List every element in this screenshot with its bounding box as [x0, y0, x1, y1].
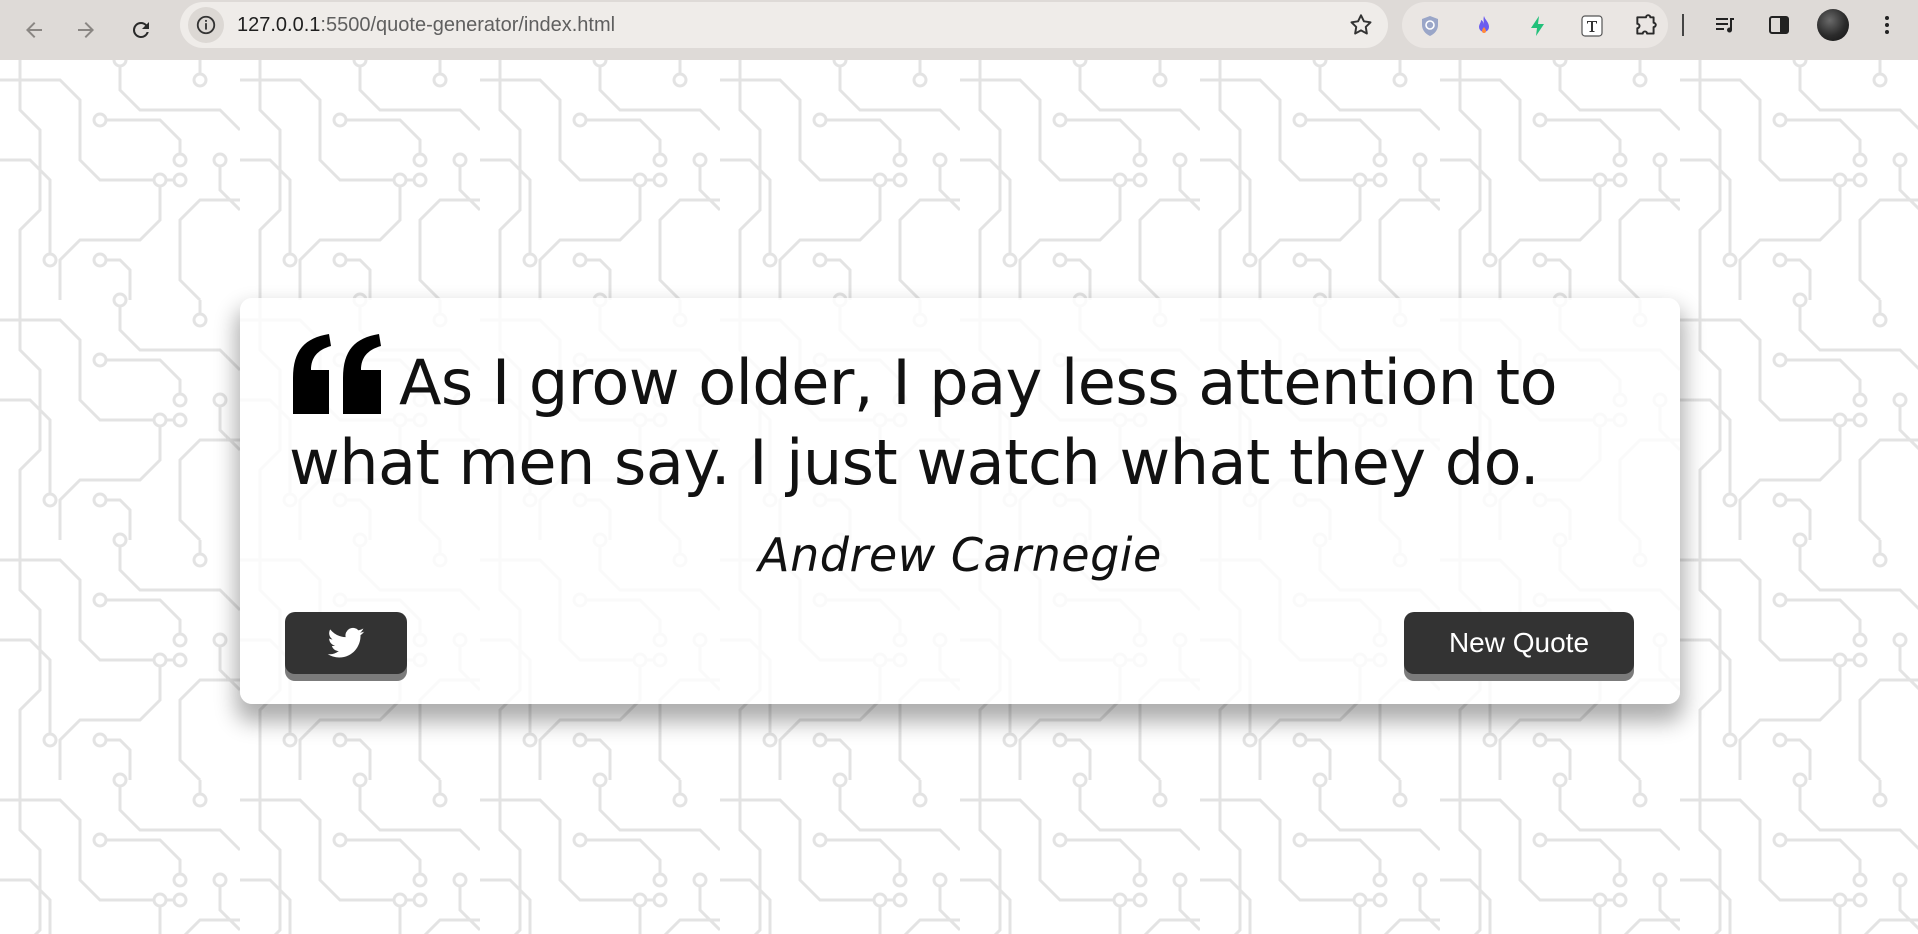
extensions-area [1402, 2, 1668, 48]
url-text[interactable]: 127.0.0.1:5500/quote-generator/index.htm… [237, 14, 615, 37]
quote-author: Andrew Carnegie [758, 528, 1162, 582]
bookmark-button[interactable] [1346, 10, 1376, 40]
shield-extension-icon [1422, 16, 1438, 36]
browser-toolbar: 127.0.0.1:5500/quote-generator/index.htm… [0, 0, 1918, 60]
site-info-icon [196, 15, 216, 35]
media-controls-icon [1716, 18, 1734, 33]
menu-dots-icon [1885, 16, 1889, 34]
quote-text: As I grow older, I pay less attention to… [289, 346, 1558, 499]
reload-icon [132, 21, 149, 38]
url-host: 127.0.0.1 [237, 14, 321, 36]
side-panel-icon [1769, 16, 1789, 34]
bolt-extension-button[interactable] [1524, 12, 1552, 40]
reload-button[interactable] [117, 6, 165, 54]
shield-extension-button[interactable] [1416, 12, 1444, 40]
flame-extension-button[interactable] [1470, 12, 1498, 40]
bolt-extension-icon [1531, 16, 1544, 36]
text-extension-icon [1581, 15, 1603, 37]
forward-arrow-icon [78, 22, 94, 38]
profile-avatar[interactable] [1817, 9, 1849, 41]
tweet-button[interactable] [285, 612, 407, 674]
toolbar-divider [1682, 14, 1684, 36]
flame-extension-icon [1479, 16, 1489, 33]
media-controls-button[interactable] [1710, 10, 1740, 40]
back-button[interactable] [10, 6, 58, 54]
url-path: :5500/quote-generator/index.html [320, 14, 616, 36]
puzzle-extensions-button[interactable] [1632, 12, 1660, 40]
quote-card: As I grow older, I pay less attention to… [240, 298, 1680, 704]
page-viewport: As I grow older, I pay less attention to… [0, 60, 1918, 934]
new-quote-button[interactable]: New Quote [1404, 612, 1634, 674]
puzzle-extensions-icon [1636, 14, 1657, 35]
twitter-icon [327, 627, 365, 658]
text-extension-button[interactable] [1578, 12, 1606, 40]
forward-button[interactable] [62, 6, 110, 54]
menu-button[interactable] [1872, 10, 1902, 40]
site-info-button[interactable] [188, 7, 224, 43]
side-panel-button[interactable] [1764, 10, 1794, 40]
address-bar[interactable]: 127.0.0.1:5500/quote-generator/index.htm… [180, 2, 1388, 48]
bookmark-star-icon [1350, 14, 1372, 35]
back-arrow-icon [26, 22, 42, 38]
quote-text-container: As I grow older, I pay less attention to… [289, 343, 1639, 503]
